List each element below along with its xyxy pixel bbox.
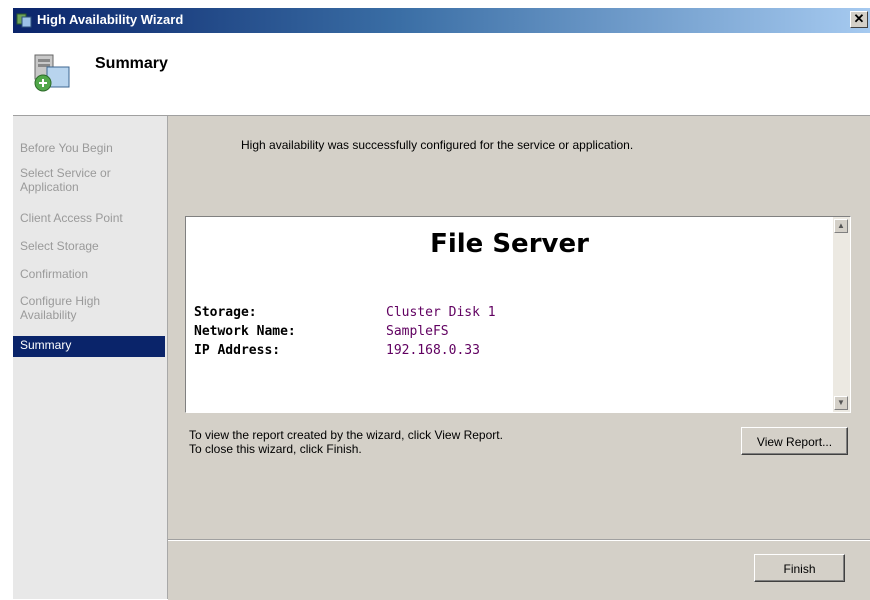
close-button[interactable]: ✕	[850, 11, 868, 28]
report-row-ip-address: IP Address: 192.168.0.33	[194, 343, 480, 358]
nav-item-select-service: Select Service or Application	[20, 166, 111, 194]
window-title: High Availability Wizard	[37, 12, 184, 27]
success-message: High availability was successfully confi…	[241, 138, 634, 152]
report-row-network-name: Network Name: SampleFS	[194, 324, 449, 339]
report-view[interactable]: File Server Storage: Cluster Disk 1 Netwo…	[185, 216, 851, 413]
finish-button[interactable]: Finish	[754, 554, 845, 582]
scroll-down-arrow-icon[interactable]: ▼	[834, 396, 848, 410]
wizard-step-list: Before You Begin Select Service or Appli…	[13, 116, 168, 599]
page-title: Summary	[95, 55, 168, 72]
report-value: Cluster Disk 1	[386, 305, 496, 320]
report-key: Network Name:	[194, 324, 296, 339]
report-value: SampleFS	[386, 324, 449, 339]
report-value: 192.168.0.33	[386, 343, 480, 358]
report-scrollbar[interactable]: ▲ ▼	[833, 217, 850, 412]
hint-finish: To close this wizard, click Finish.	[189, 442, 362, 456]
wizard-header: Summary	[13, 33, 870, 116]
view-report-button[interactable]: View Report...	[741, 427, 848, 455]
report-key: Storage:	[194, 305, 257, 320]
cluster-wizard-icon	[16, 13, 32, 28]
scroll-up-arrow-icon[interactable]: ▲	[834, 219, 848, 233]
nav-item-client-access-point: Client Access Point	[20, 211, 123, 225]
nav-item-confirmation: Confirmation	[20, 267, 89, 281]
report-row-storage: Storage: Cluster Disk 1	[194, 305, 496, 320]
wizard-footer: Finish	[168, 539, 870, 600]
instructions: To view the report created by the wizard…	[189, 428, 503, 456]
hint-view-report: To view the report created by the wizard…	[189, 428, 503, 442]
footer-divider	[168, 539, 870, 540]
nav-item-configure-high-availability: Configure High Availability	[20, 294, 101, 322]
report-key: IP Address:	[194, 343, 281, 358]
nav-item-before-you-begin: Before You Begin	[20, 141, 113, 155]
wizard-summary-icon	[34, 54, 70, 92]
report-content: File Server Storage: Cluster Disk 1 Netwo…	[186, 217, 833, 412]
title-bar[interactable]: High Availability Wizard ✕	[13, 8, 870, 33]
report-title: File Server	[430, 229, 589, 259]
nav-item-select-storage: Select Storage	[20, 239, 99, 253]
nav-item-summary: Summary	[13, 336, 165, 357]
main-panel: High availability was successfully confi…	[168, 116, 870, 540]
